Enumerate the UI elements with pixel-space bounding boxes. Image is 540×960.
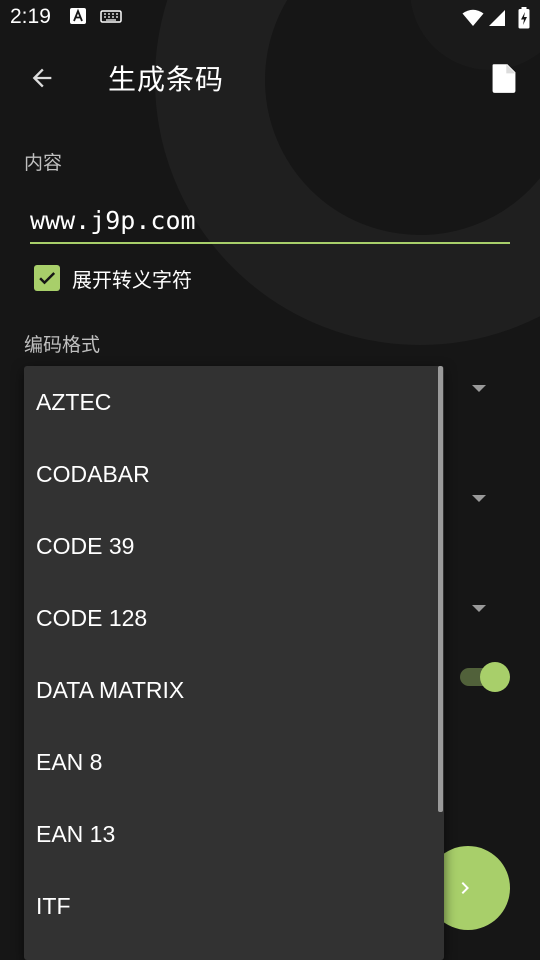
page-title: 生成条码 [108,63,225,96]
format-option[interactable]: CODABAR [24,438,444,510]
dropdown-arrow-icon[interactable] [472,605,486,612]
format-option[interactable]: ITF [24,870,444,942]
check-icon [39,272,56,285]
a-notification-icon [70,8,86,24]
escape-chars-option[interactable]: 展开转义字符 [34,262,192,294]
app-bar: 生成条码 [0,36,540,120]
escape-chars-checkbox[interactable] [34,265,60,291]
wifi-icon [462,9,484,26]
format-label: 编码格式 [24,334,101,356]
keyboard-icon [100,10,122,23]
menu-scrollbar[interactable] [438,366,443,812]
format-option[interactable]: CODE 39 [24,510,444,582]
arrow-back-icon [32,68,52,88]
switch-thumb [480,662,510,692]
back-button[interactable] [22,58,62,98]
signal-icon [489,10,505,26]
format-dropdown-arrow-icon[interactable] [472,385,486,392]
format-option[interactable]: EAN 8 [24,726,444,798]
document-button[interactable] [484,58,524,98]
status-time: 2:19 [10,5,51,28]
escape-chars-label: 展开转义字符 [72,267,192,292]
content-input[interactable]: www.j9p.com [30,202,510,244]
format-option[interactable]: DATA MATRIX [24,654,444,726]
toggle-switch[interactable] [460,662,512,692]
content-label: 内容 [24,152,63,174]
dropdown-arrow-icon[interactable] [472,495,486,502]
battery-charging-icon [518,7,530,29]
chevron-right-icon [461,882,469,894]
format-option[interactable]: EAN 13 [24,798,444,870]
document-icon [492,64,516,93]
status-bar: 2:19 [0,0,540,36]
format-option[interactable]: CODE 128 [24,582,444,654]
format-option[interactable]: AZTEC [24,366,444,438]
format-dropdown-menu: AZTEC CODABAR CODE 39 CODE 128 DATA MATR… [24,366,444,960]
